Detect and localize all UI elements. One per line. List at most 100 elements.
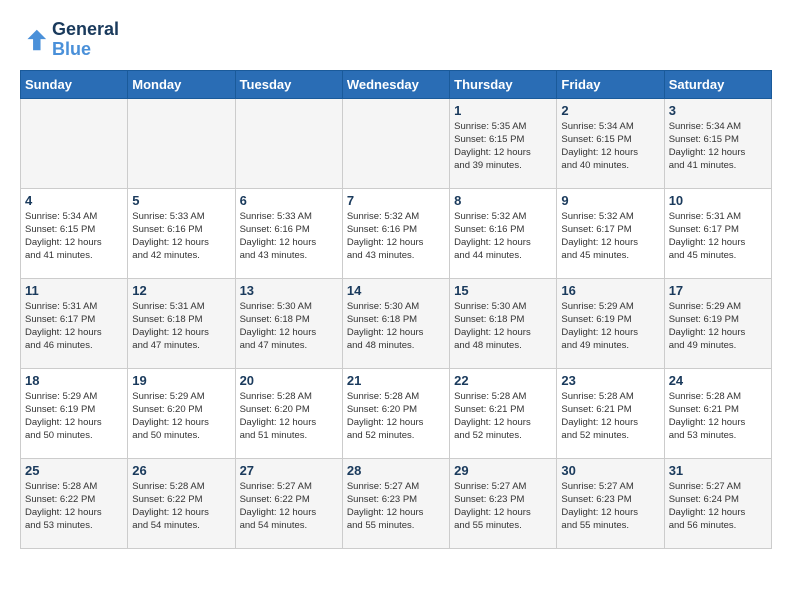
calendar-cell: 3 Sunrise: 5:34 AM Sunset: 6:15 PM Daylig… [664, 98, 771, 188]
day-number: 11 [25, 283, 123, 298]
calendar-cell: 13 Sunrise: 5:30 AM Sunset: 6:18 PM Dayli… [235, 278, 342, 368]
cell-info: Sunrise: 5:32 AM Sunset: 6:17 PM Dayligh… [561, 210, 659, 263]
day-number: 3 [669, 103, 767, 118]
day-number: 9 [561, 193, 659, 208]
cell-info: Sunrise: 5:28 AM Sunset: 6:20 PM Dayligh… [240, 390, 338, 443]
day-number: 22 [454, 373, 552, 388]
cell-info: Sunrise: 5:34 AM Sunset: 6:15 PM Dayligh… [25, 210, 123, 263]
day-number: 20 [240, 373, 338, 388]
calendar-week-row: 18 Sunrise: 5:29 AM Sunset: 6:19 PM Dayli… [21, 368, 772, 458]
day-number: 31 [669, 463, 767, 478]
day-number: 12 [132, 283, 230, 298]
cell-info: Sunrise: 5:27 AM Sunset: 6:24 PM Dayligh… [669, 480, 767, 533]
weekday-header: Friday [557, 70, 664, 98]
day-number: 13 [240, 283, 338, 298]
day-number: 27 [240, 463, 338, 478]
calendar-cell: 26Sunrise: 5:28 AM Sunset: 6:22 PM Dayli… [128, 458, 235, 548]
calendar-cell: 28 Sunrise: 5:27 AM Sunset: 6:23 PM Dayli… [342, 458, 449, 548]
calendar-cell: 4 Sunrise: 5:34 AM Sunset: 6:15 PM Daylig… [21, 188, 128, 278]
calendar-cell: 27 Sunrise: 5:27 AM Sunset: 6:22 PM Dayli… [235, 458, 342, 548]
cell-info: Sunrise: 5:33 AM Sunset: 6:16 PM Dayligh… [132, 210, 230, 263]
day-number: 5 [132, 193, 230, 208]
calendar-cell: 30 Sunrise: 5:27 AM Sunset: 6:23 PM Dayli… [557, 458, 664, 548]
cell-info: Sunrise: 5:30 AM Sunset: 6:18 PM Dayligh… [454, 300, 552, 353]
day-number: 2 [561, 103, 659, 118]
calendar-cell: 17 Sunrise: 5:29 AM Sunset: 6:19 PM Dayli… [664, 278, 771, 368]
weekday-header: Saturday [664, 70, 771, 98]
cell-info: Sunrise: 5:30 AM Sunset: 6:18 PM Dayligh… [240, 300, 338, 353]
day-number: 29 [454, 463, 552, 478]
day-number: 26 [132, 463, 230, 478]
calendar-week-row: 25 Sunrise: 5:28 AM Sunset: 6:22 PM Dayli… [21, 458, 772, 548]
calendar-cell: 24 Sunrise: 5:28 AM Sunset: 6:21 PM Dayli… [664, 368, 771, 458]
calendar-cell: 5 Sunrise: 5:33 AM Sunset: 6:16 PM Daylig… [128, 188, 235, 278]
day-number: 25 [25, 463, 123, 478]
day-number: 15 [454, 283, 552, 298]
cell-info: Sunrise: 5:29 AM Sunset: 6:19 PM Dayligh… [561, 300, 659, 353]
calendar-cell [128, 98, 235, 188]
cell-info: Sunrise: 5:32 AM Sunset: 6:16 PM Dayligh… [347, 210, 445, 263]
calendar-cell: 25 Sunrise: 5:28 AM Sunset: 6:22 PM Dayli… [21, 458, 128, 548]
calendar-week-row: 11 Sunrise: 5:31 AM Sunset: 6:17 PM Dayli… [21, 278, 772, 368]
weekday-header: Wednesday [342, 70, 449, 98]
calendar-cell: 2 Sunrise: 5:34 AM Sunset: 6:15 PM Daylig… [557, 98, 664, 188]
day-number: 10 [669, 193, 767, 208]
cell-info: Sunrise: 5:28 AM Sunset: 6:21 PM Dayligh… [561, 390, 659, 443]
calendar-cell: 1Sunrise: 5:35 AM Sunset: 6:15 PM Daylig… [450, 98, 557, 188]
calendar-week-row: 4 Sunrise: 5:34 AM Sunset: 6:15 PM Daylig… [21, 188, 772, 278]
cell-info: Sunrise: 5:28 AM Sunset: 6:21 PM Dayligh… [454, 390, 552, 443]
calendar-cell: 15 Sunrise: 5:30 AM Sunset: 6:18 PM Dayli… [450, 278, 557, 368]
calendar-cell [235, 98, 342, 188]
cell-info: Sunrise: 5:31 AM Sunset: 6:17 PM Dayligh… [25, 300, 123, 353]
calendar-cell: 11 Sunrise: 5:31 AM Sunset: 6:17 PM Dayli… [21, 278, 128, 368]
calendar-cell: 8Sunrise: 5:32 AM Sunset: 6:16 PM Daylig… [450, 188, 557, 278]
day-number: 28 [347, 463, 445, 478]
logo: GeneralBlue [20, 20, 119, 60]
calendar-cell: 23Sunrise: 5:28 AM Sunset: 6:21 PM Dayli… [557, 368, 664, 458]
cell-info: Sunrise: 5:30 AM Sunset: 6:18 PM Dayligh… [347, 300, 445, 353]
day-number: 30 [561, 463, 659, 478]
cell-info: Sunrise: 5:33 AM Sunset: 6:16 PM Dayligh… [240, 210, 338, 263]
cell-info: Sunrise: 5:29 AM Sunset: 6:20 PM Dayligh… [132, 390, 230, 443]
day-number: 21 [347, 373, 445, 388]
calendar-cell: 6 Sunrise: 5:33 AM Sunset: 6:16 PM Daylig… [235, 188, 342, 278]
calendar-cell: 7 Sunrise: 5:32 AM Sunset: 6:16 PM Daylig… [342, 188, 449, 278]
day-number: 7 [347, 193, 445, 208]
calendar-cell [21, 98, 128, 188]
day-number: 8 [454, 193, 552, 208]
cell-info: Sunrise: 5:29 AM Sunset: 6:19 PM Dayligh… [669, 300, 767, 353]
cell-info: Sunrise: 5:27 AM Sunset: 6:22 PM Dayligh… [240, 480, 338, 533]
weekday-header: Thursday [450, 70, 557, 98]
cell-info: Sunrise: 5:29 AM Sunset: 6:19 PM Dayligh… [25, 390, 123, 443]
cell-info: Sunrise: 5:34 AM Sunset: 6:15 PM Dayligh… [669, 120, 767, 173]
day-number: 17 [669, 283, 767, 298]
cell-info: Sunrise: 5:28 AM Sunset: 6:21 PM Dayligh… [669, 390, 767, 443]
calendar-header-row: SundayMondayTuesdayWednesdayThursdayFrid… [21, 70, 772, 98]
calendar-body: 1Sunrise: 5:35 AM Sunset: 6:15 PM Daylig… [21, 98, 772, 548]
calendar-cell: 16Sunrise: 5:29 AM Sunset: 6:19 PM Dayli… [557, 278, 664, 368]
calendar-cell: 19 Sunrise: 5:29 AM Sunset: 6:20 PM Dayli… [128, 368, 235, 458]
calendar-cell [342, 98, 449, 188]
calendar-cell: 21 Sunrise: 5:28 AM Sunset: 6:20 PM Dayli… [342, 368, 449, 458]
calendar-cell: 9 Sunrise: 5:32 AM Sunset: 6:17 PM Daylig… [557, 188, 664, 278]
cell-info: Sunrise: 5:27 AM Sunset: 6:23 PM Dayligh… [561, 480, 659, 533]
day-number: 14 [347, 283, 445, 298]
page-header: GeneralBlue [20, 20, 772, 60]
calendar-table: SundayMondayTuesdayWednesdayThursdayFrid… [20, 70, 772, 549]
day-number: 18 [25, 373, 123, 388]
day-number: 4 [25, 193, 123, 208]
weekday-header: Sunday [21, 70, 128, 98]
weekday-header: Monday [128, 70, 235, 98]
calendar-cell: 20 Sunrise: 5:28 AM Sunset: 6:20 PM Dayli… [235, 368, 342, 458]
cell-info: Sunrise: 5:27 AM Sunset: 6:23 PM Dayligh… [347, 480, 445, 533]
weekday-header: Tuesday [235, 70, 342, 98]
calendar-cell: 22 Sunrise: 5:28 AM Sunset: 6:21 PM Dayli… [450, 368, 557, 458]
cell-info: Sunrise: 5:28 AM Sunset: 6:20 PM Dayligh… [347, 390, 445, 443]
cell-info: Sunrise: 5:28 AM Sunset: 6:22 PM Dayligh… [25, 480, 123, 533]
day-number: 6 [240, 193, 338, 208]
day-number: 24 [669, 373, 767, 388]
logo-text: GeneralBlue [52, 20, 119, 60]
cell-info: Sunrise: 5:34 AM Sunset: 6:15 PM Dayligh… [561, 120, 659, 173]
day-number: 19 [132, 373, 230, 388]
calendar-week-row: 1Sunrise: 5:35 AM Sunset: 6:15 PM Daylig… [21, 98, 772, 188]
